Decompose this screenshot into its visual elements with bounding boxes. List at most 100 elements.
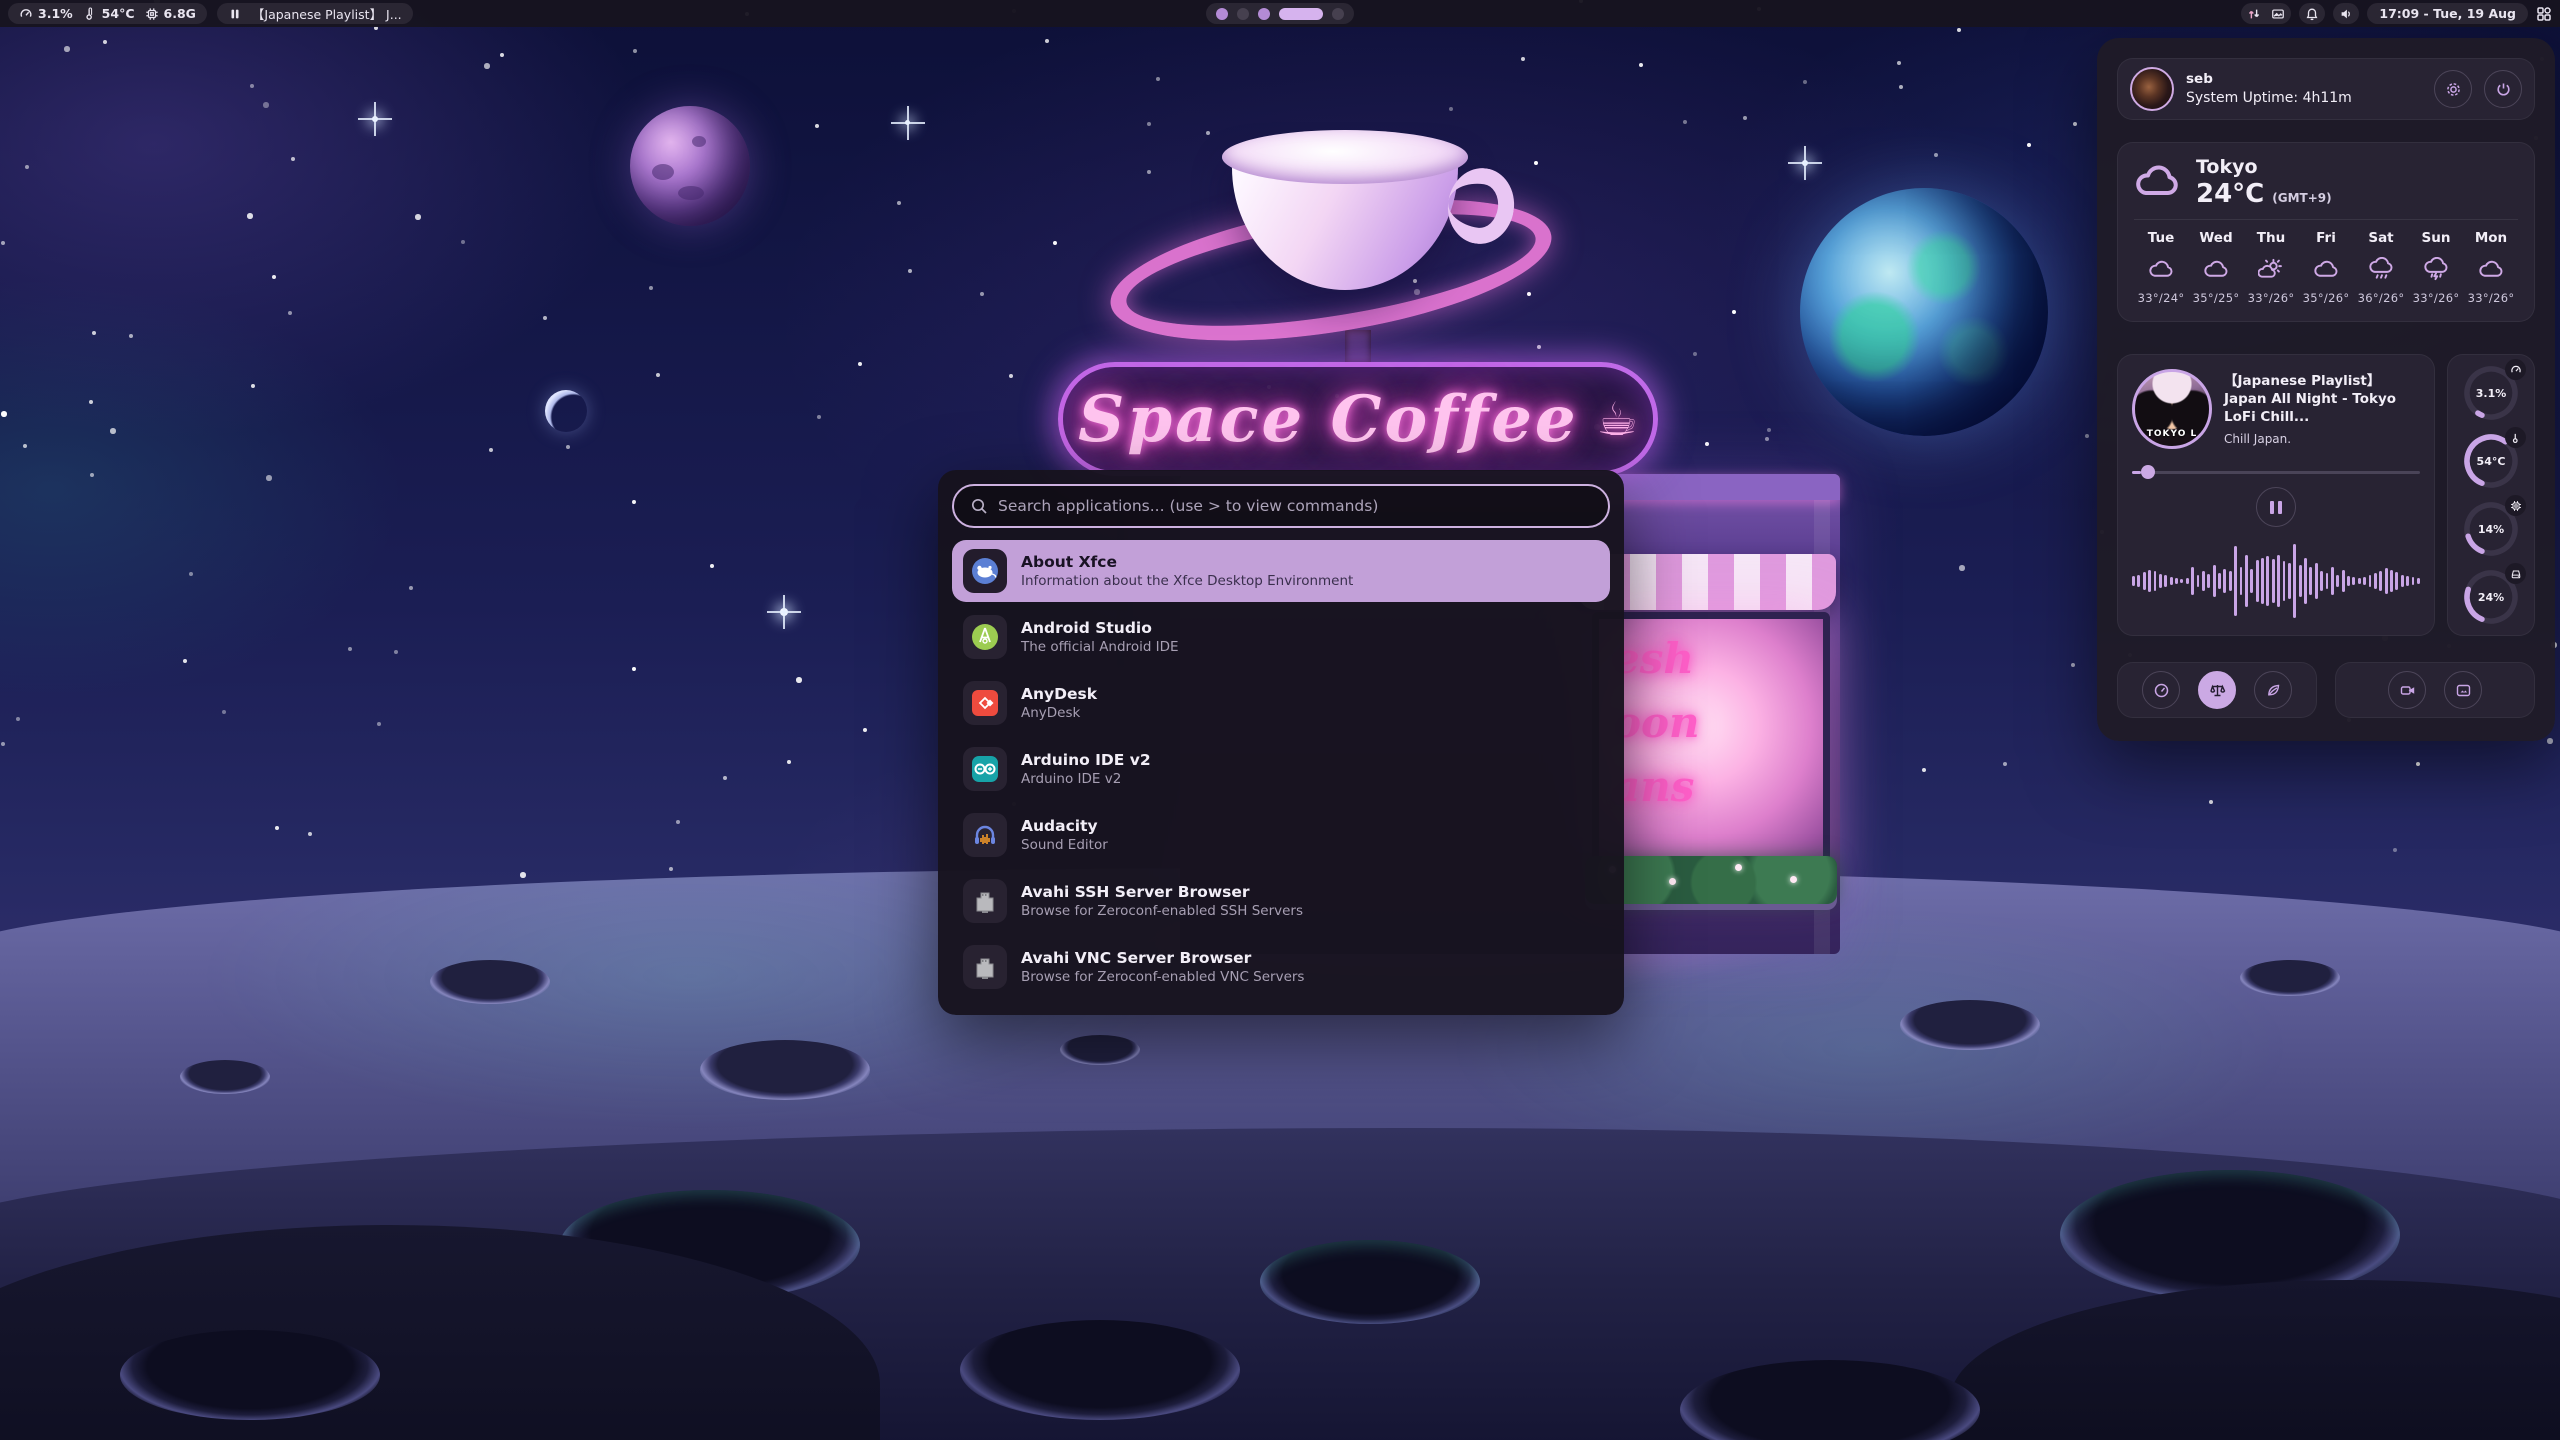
workspace-dot-3[interactable] [1258, 8, 1270, 20]
album-art: TOKYO L [2132, 369, 2212, 449]
app-name: Arduino IDE v2 [1021, 751, 1151, 770]
workspace-indicator[interactable] [1206, 3, 1354, 24]
overview-icon[interactable] [2536, 6, 2552, 22]
app-row-avahi-ssh[interactable]: Avahi SSH Server Browser Browse for Zero… [952, 870, 1610, 932]
app-row-arduino-ide[interactable]: Arduino IDE v2 Arduino IDE v2 [952, 738, 1610, 800]
volume-icon [2339, 7, 2353, 21]
stormy-icon [2423, 254, 2450, 284]
now-playing-pill[interactable]: 【Japanese Playlist】 J... [217, 3, 413, 24]
balanced-profile-button[interactable] [2198, 671, 2236, 709]
app-row-avahi-vnc[interactable]: Avahi VNC Server Browser Browse for Zero… [952, 936, 1610, 998]
seek-handle[interactable] [2141, 465, 2155, 479]
neon-sign-text: Space Coffee [1078, 382, 1579, 457]
settings-button[interactable] [2434, 70, 2472, 108]
volume-button[interactable] [2333, 3, 2359, 24]
tray-pill[interactable] [2241, 3, 2291, 24]
app-name: Android Studio [1021, 619, 1179, 638]
top-panel: 3.1% 54°C 6.8G 【Japanese Playlist】 J... [0, 0, 2560, 27]
cpu-gauge: 3.1% [2460, 362, 2522, 424]
temp-stat: 54°C [83, 6, 135, 21]
app-description: AnyDesk [1021, 705, 1097, 721]
arduino-infinity-icon [963, 747, 1007, 791]
app-description: Sound Editor [1021, 837, 1108, 853]
power-saver-profile-button[interactable] [2254, 671, 2292, 709]
chip-icon [2505, 495, 2526, 516]
workspace-dot-2[interactable] [1237, 8, 1249, 20]
track-artist: Chill Japan. [2224, 432, 2420, 446]
cpu-stat: 3.1% [19, 6, 73, 21]
search-icon [970, 497, 988, 515]
leaf-icon [2265, 682, 2282, 699]
anydesk-icon [963, 681, 1007, 725]
power-profiles-group [2117, 662, 2317, 718]
power-icon [2495, 81, 2512, 98]
speedometer-icon [2153, 682, 2170, 699]
screenshot-button[interactable] [2444, 671, 2482, 709]
app-description: Information about the Xfce Desktop Envir… [1021, 573, 1353, 589]
workspace-dot-4[interactable] [1279, 8, 1323, 20]
username: seb [2186, 71, 2422, 89]
clock-button[interactable]: 17:09 - Tue, 19 Aug [2367, 3, 2528, 24]
app-launcher: About Xfce Information about the Xfce De… [938, 470, 1624, 1015]
app-row-audacity[interactable]: Audacity Sound Editor [952, 804, 1610, 866]
now-playing-label: 【Japanese Playlist】 J... [252, 4, 402, 23]
cloudy-icon [2148, 254, 2175, 284]
album-art-text: TOKYO L [2135, 429, 2209, 439]
divider [2134, 219, 2518, 220]
app-description: Arduino IDE v2 [1021, 771, 1151, 787]
system-gauges-card: 3.1% 54°C 14% 24% [2447, 354, 2535, 636]
app-row-about-xfce[interactable]: About Xfce Information about the Xfce De… [952, 540, 1610, 602]
pause-button[interactable] [2256, 487, 2296, 527]
weather-city: Tokyo [2196, 157, 2332, 179]
weather-timezone: (GMT+9) [2272, 191, 2331, 205]
gear-icon [2445, 81, 2462, 98]
weather-card: Tokyo 24°C (GMT+9) Tue 33°/24° Wed 35°/2… [2117, 142, 2535, 322]
app-row-android-studio[interactable]: Android Studio The official Android IDE [952, 606, 1610, 668]
forecast-day: Sun 33°/26° [2409, 230, 2463, 305]
pause-icon [228, 7, 242, 21]
system-stats-pill[interactable]: 3.1% 54°C 6.8G [8, 3, 207, 24]
media-player-card: TOKYO L 【Japanese Playlist】 Japan All Ni… [2117, 354, 2435, 636]
android-studio-icon [963, 615, 1007, 659]
capture-tools-group [2335, 662, 2535, 718]
forecast-day: Tue 33°/24° [2134, 230, 2188, 305]
xfce-mouse-icon [963, 549, 1007, 593]
launcher-search[interactable] [952, 484, 1610, 528]
partly-sunny-icon [2258, 254, 2285, 284]
app-list: About Xfce Information about the Xfce De… [952, 536, 1610, 998]
power-button[interactable] [2484, 70, 2522, 108]
thermometer-icon [2505, 427, 2526, 448]
coffee-cup-icon: ☕ [1597, 392, 1638, 446]
user-card: seb System Uptime: 4h11m [2117, 58, 2535, 120]
app-description: Browse for Zeroconf-enabled SSH Servers [1021, 903, 1303, 919]
neon-sign: Space Coffee ☕ [1058, 362, 1658, 476]
seek-bar[interactable] [2132, 465, 2420, 479]
app-description: Browse for Zeroconf-enabled VNC Servers [1021, 969, 1304, 985]
video-camera-icon [2399, 682, 2416, 699]
memory-stat: 6.8G [145, 6, 196, 21]
gauge-icon [19, 7, 33, 21]
notifications-button[interactable] [2299, 3, 2325, 24]
app-name: Audacity [1021, 817, 1108, 836]
workspace-dot-5[interactable] [1332, 8, 1344, 20]
audacity-headphones-icon [963, 813, 1007, 857]
app-row-anydesk[interactable]: AnyDesk AnyDesk [952, 672, 1610, 734]
avatar [2130, 67, 2174, 111]
screenshot-icon [2455, 682, 2472, 699]
cloudy-icon [2313, 254, 2340, 284]
forecast-day: Sat 36°/26° [2354, 230, 2408, 305]
cloud-icon [2134, 161, 2182, 205]
search-input[interactable] [998, 497, 1592, 515]
temperature-gauge: 54°C [2460, 430, 2522, 492]
forecast-day: Mon 33°/26° [2464, 230, 2518, 305]
seek-track [2132, 471, 2420, 474]
sign-post [1345, 330, 1371, 364]
cloudy-icon [2478, 254, 2505, 284]
floating-cup-lip [1222, 130, 1468, 184]
workspace-dot-1[interactable] [1216, 8, 1228, 20]
drive-icon [2505, 563, 2526, 584]
forecast-day: Thu 33°/26° [2244, 230, 2298, 305]
disk-gauge: 24% [2460, 566, 2522, 628]
screen-record-button[interactable] [2388, 671, 2426, 709]
performance-profile-button[interactable] [2142, 671, 2180, 709]
